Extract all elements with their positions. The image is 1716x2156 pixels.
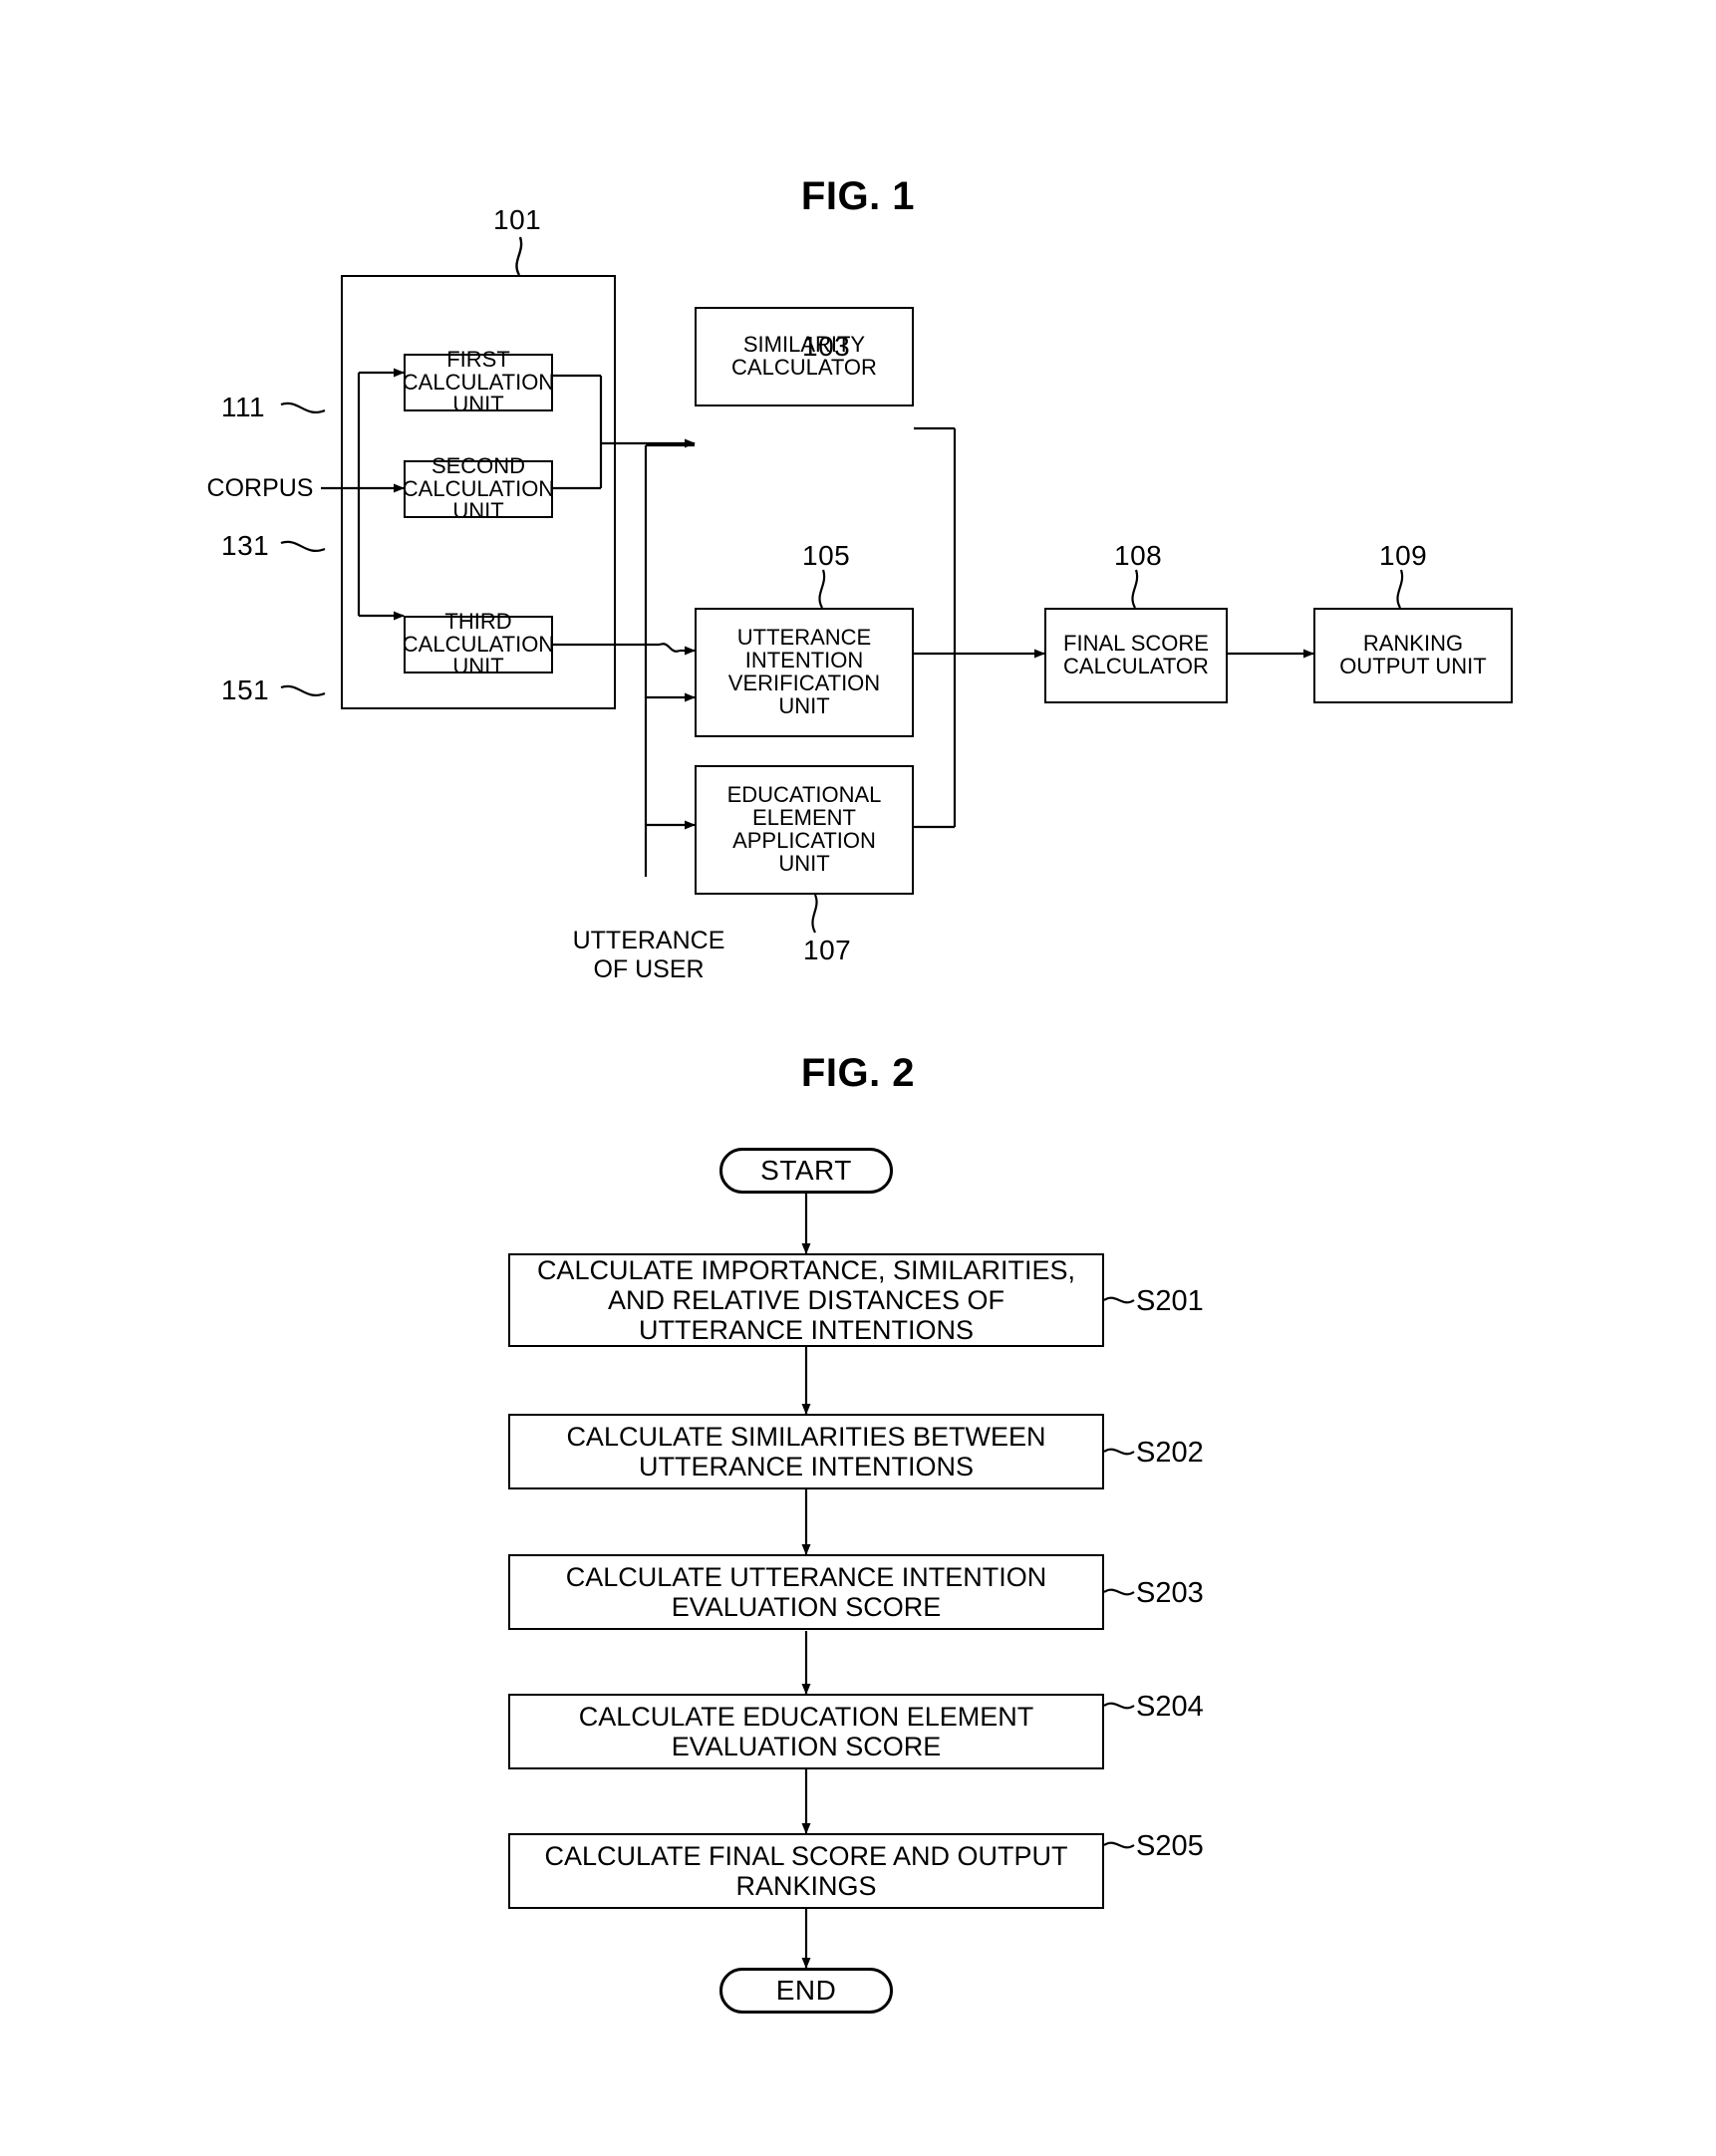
step-s204[interactable]: CALCULATE EDUCATION ELEMENT EVALUATION S… (508, 1694, 1104, 1769)
patent-drawing-sheet: FIG. 1 101 FIRST CALCULATION UNIT 111 SE… (0, 0, 1716, 2156)
figure-1-title: FIG. 1 (800, 174, 916, 218)
utterance-intention-verification-unit-label: UTTERANCE INTENTION VERIFICATION UNIT (727, 625, 881, 718)
end-terminal-label: END (775, 1975, 837, 2006)
second-calculation-unit-label: SECOND CALCULATION UNIT (402, 452, 555, 524)
utterance-intention-verification-unit[interactable]: UTTERANCE INTENTION VERIFICATION UNIT (695, 608, 914, 737)
step-s202[interactable]: CALCULATE SIMILARITIES BETWEEN UTTERANCE… (508, 1414, 1104, 1489)
start-terminal-label: START (760, 1155, 852, 1186)
ref-109: 109 (1379, 540, 1428, 571)
second-calculation-unit[interactable]: SECOND CALCULATION UNIT (403, 454, 554, 523)
step-s203[interactable]: CALCULATE UTTERANCE INTENTION EVALUATION… (508, 1554, 1104, 1630)
ref-101: 101 (493, 204, 542, 235)
step-s201[interactable]: CALCULATE IMPORTANCE, SIMILARITIES, AND … (508, 1253, 1104, 1347)
third-calculation-unit-label: THIRD CALCULATION UNIT (402, 608, 555, 679)
educational-element-application-unit[interactable]: EDUCATIONAL ELEMENT APPLICATION UNIT (695, 765, 914, 895)
first-calculation-unit-label: FIRST CALCULATION UNIT (402, 346, 555, 417)
step-s202-label: CALCULATE SIMILARITIES BETWEEN UTTERANCE… (566, 1421, 1046, 1482)
step-s204-label: CALCULATE EDUCATION ELEMENT EVALUATION S… (578, 1701, 1034, 1761)
ref-103: 103 (802, 331, 851, 362)
figure-2-title: FIG. 2 (800, 1051, 916, 1095)
step-ref-s204: S204 (1136, 1691, 1204, 1723)
ref-131: 131 (221, 530, 270, 561)
ranking-output-unit[interactable]: RANKING OUTPUT UNIT (1313, 608, 1513, 703)
ranking-output-unit-label: RANKING OUTPUT UNIT (1339, 631, 1487, 678)
step-ref-s202: S202 (1136, 1437, 1204, 1469)
step-ref-s205: S205 (1136, 1830, 1204, 1862)
end-terminal[interactable]: END (719, 1968, 893, 2014)
start-terminal[interactable]: START (719, 1148, 893, 1194)
corpus-input-label: CORPUS (206, 474, 314, 502)
ref-108: 108 (1114, 540, 1163, 571)
educational-element-application-unit-label: EDUCATIONAL ELEMENT APPLICATION UNIT (726, 782, 882, 876)
step-ref-s201: S201 (1136, 1285, 1204, 1317)
ref-151: 151 (221, 674, 270, 705)
ref-107: 107 (803, 935, 852, 965)
final-score-calculator-label: FINAL SCORE CALCULATOR (1063, 631, 1209, 678)
step-ref-s203: S203 (1136, 1577, 1204, 1609)
step-s205[interactable]: CALCULATE FINAL SCORE AND OUTPUT RANKING… (508, 1833, 1104, 1909)
step-s203-label: CALCULATE UTTERANCE INTENTION EVALUATION… (565, 1561, 1047, 1622)
step-s201-label: CALCULATE IMPORTANCE, SIMILARITIES, AND … (536, 1254, 1076, 1346)
utterance-of-user-label: UTTERANCE OF USER (572, 927, 725, 983)
first-calculation-unit[interactable]: FIRST CALCULATION UNIT (403, 348, 554, 416)
final-score-calculator[interactable]: FINAL SCORE CALCULATOR (1044, 608, 1228, 703)
ref-111: 111 (221, 392, 266, 422)
step-s205-label: CALCULATE FINAL SCORE AND OUTPUT RANKING… (544, 1840, 1068, 1901)
third-calculation-unit[interactable]: THIRD CALCULATION UNIT (403, 610, 554, 678)
ref-105: 105 (802, 540, 851, 571)
